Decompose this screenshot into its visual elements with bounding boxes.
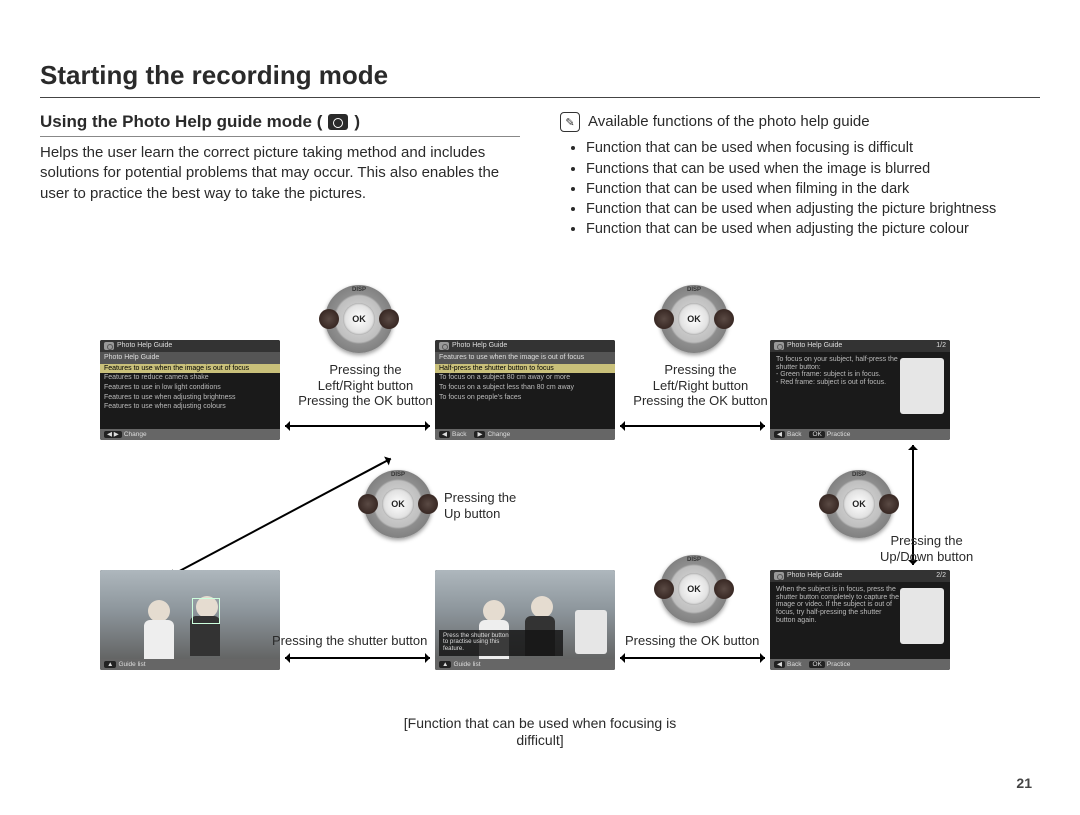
bottom-caption: [Function that can be used when focusing… [390,715,690,749]
screen-guide-page2: Photo Help Guide2/2 When the subject is … [770,570,950,670]
caption-up-down: Pressing the Up/Down button [880,533,973,564]
caption-up-button: Pressing the Up button [444,490,516,521]
caption-lr-ok: Pressing the Left/Right button Pressing … [298,362,433,409]
camera-icon [774,342,784,350]
double-arrow-horizontal [285,657,430,659]
screen-menu-main: Photo Help Guide Photo Help Guide Featur… [100,340,280,440]
note-title: Available functions of the photo help gu… [588,112,870,132]
subheading-text: Using the Photo Help guide mode ( [40,112,322,132]
control-dial-icon: DISPOK [325,285,393,353]
flow-diagram: Photo Help Guide Photo Help Guide Featur… [40,285,1040,765]
control-dial-icon: DISPOK [660,555,728,623]
caption-lr-ok: Pressing the Left/Right button Pressing … [633,362,768,409]
control-dial-icon: DISPOK [660,285,728,353]
bullet-list: Function that can be used when focusing … [586,138,1040,239]
camera-mode-icon [328,114,348,130]
camera-icon [104,342,114,350]
bullet-item: Function that can be used when focusing … [586,138,1040,158]
page-title: Starting the recording mode [40,60,1040,98]
screen-menu-focus: Photo Help Guide Features to use when th… [435,340,615,440]
camera-icon [774,572,784,580]
subheading-close: ) [354,112,360,132]
control-dial-icon: DISPOK [364,470,432,538]
left-column: Using the Photo Help guide mode ( ) Help… [40,112,520,240]
bullet-item: Function that can be used when filming i… [586,179,1040,199]
camera-icon [439,342,449,350]
double-arrow-angled [170,458,391,577]
caption-shutter: Pressing the shutter button [272,633,427,649]
bullet-item: Functions that can be used when the imag… [586,159,1040,179]
screen-live-view-overlay: Press the shutter button to practise usi… [435,570,615,670]
page-number: 21 [1016,775,1032,791]
double-arrow-horizontal [620,657,765,659]
bullet-item: Function that can be used when adjusting… [586,219,1040,239]
right-column: ✎ Available functions of the photo help … [560,112,1040,240]
bullet-item: Function that can be used when adjusting… [586,199,1040,219]
intro-paragraph: Helps the user learn the correct picture… [40,143,520,204]
subheading: Using the Photo Help guide mode ( ) [40,112,520,137]
caption-ok-button: Pressing the OK button [625,633,759,649]
screen-live-view-practice: ▲Guide list [100,570,280,670]
control-dial-icon: DISPOK [825,470,893,538]
note-icon: ✎ [560,112,580,132]
double-arrow-horizontal [285,425,430,427]
screen-guide-page1: Photo Help Guide1/2 To focus on your sub… [770,340,950,440]
double-arrow-horizontal [620,425,765,427]
